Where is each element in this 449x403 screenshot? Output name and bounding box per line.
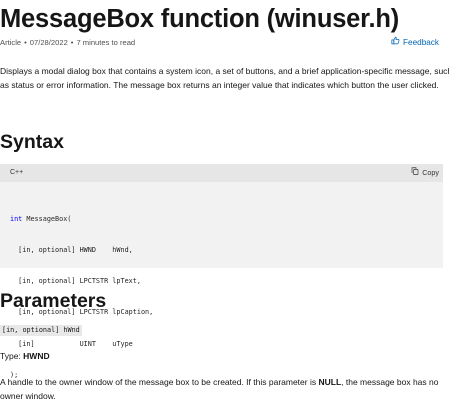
code-line: [in, optional] HWND hWnd, <box>10 246 133 255</box>
feedback-button[interactable]: Feedback <box>391 36 439 49</box>
article-date: 07/28/2022 <box>29 38 68 47</box>
parameter-description-bold: NULL <box>318 377 342 387</box>
meta-separator: • <box>24 38 27 47</box>
copy-label: Copy <box>422 168 439 177</box>
code-block: C++ Copy int MessageBox( [in, optional] … <box>0 164 443 379</box>
article-read-time: 7 minutes to read <box>76 38 136 47</box>
meta-separator: • <box>70 38 74 47</box>
parameter-description: A handle to the owner window of the mess… <box>0 375 440 403</box>
parameter-type-value: HWND <box>23 351 50 361</box>
code-line: [in, optional] LPCTSTR lpText, <box>10 277 141 286</box>
feedback-label: Feedback <box>403 37 439 47</box>
article-description: Displays a modal dialog box that contain… <box>0 66 449 90</box>
code-line: int MessageBox( <box>10 214 153 224</box>
parameter-type: Type: HWND <box>0 351 50 362</box>
parameter-description-text: A handle to the owner window of the mess… <box>0 377 319 387</box>
feedback-thumbs-icon <box>391 36 400 49</box>
code-language-label: C++ <box>10 169 24 176</box>
page-title: MessageBox function (winuser.h) <box>0 5 400 33</box>
code-line: [in] UINT uType <box>10 339 133 348</box>
parameter-name: [in, optional] hWnd <box>0 325 82 336</box>
copy-icon <box>411 167 419 178</box>
article-type: Article <box>0 38 22 47</box>
parameters-heading: Parameters <box>0 290 107 312</box>
copy-button[interactable]: Copy <box>411 167 439 178</box>
syntax-heading: Syntax <box>0 131 64 153</box>
code-header: C++ Copy <box>0 164 443 182</box>
code-text: MessageBox( <box>22 214 72 223</box>
code-keyword: int <box>10 214 23 223</box>
parameter-type-label: Type: <box>0 351 24 361</box>
article-meta: Article • 07/28/2022 • 7 minutes to read <box>0 38 135 48</box>
